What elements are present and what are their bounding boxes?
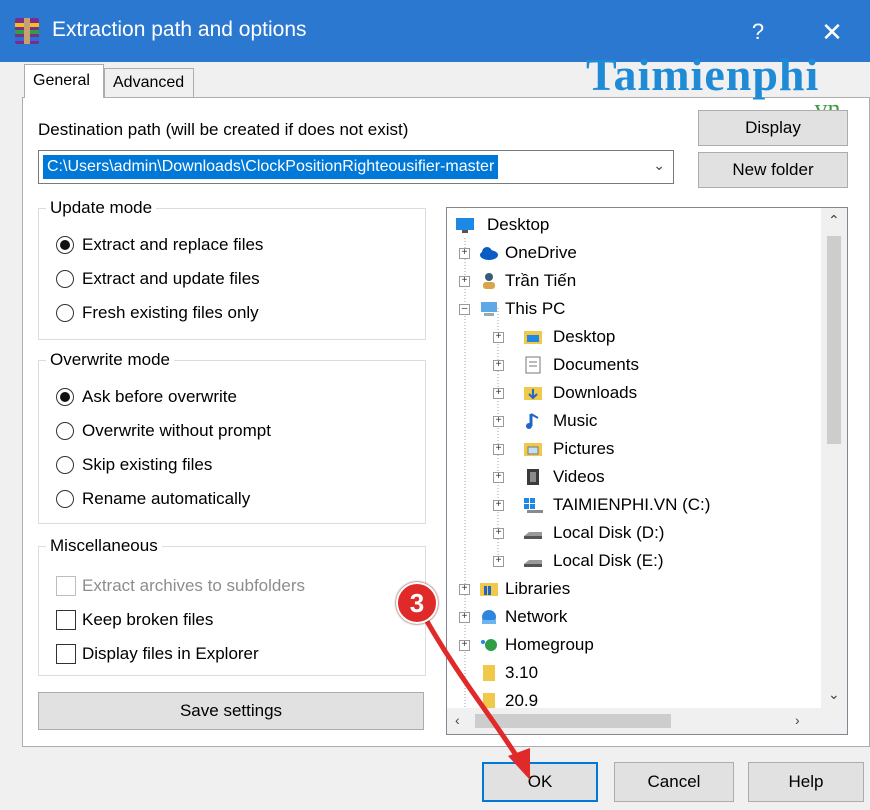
step-badge: 3 — [396, 582, 438, 624]
annotation-arrow — [421, 614, 530, 780]
extraction-dialog: Extraction path and options ? ✕ General … — [0, 0, 870, 810]
tab-general[interactable]: General — [24, 64, 104, 98]
